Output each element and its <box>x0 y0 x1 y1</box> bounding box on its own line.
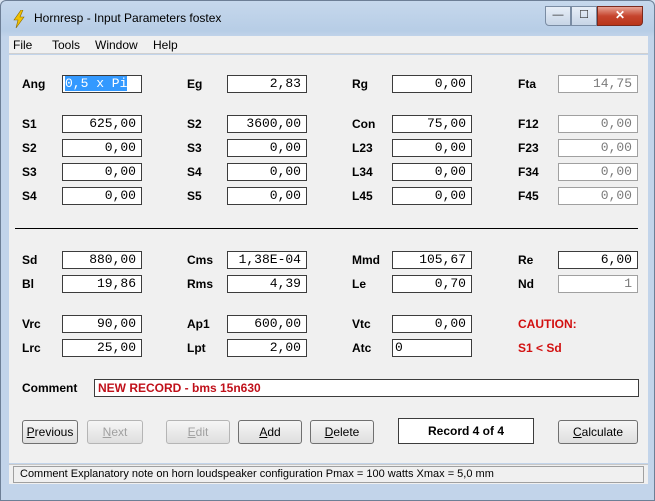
param-field[interactable]: 0,00 <box>227 187 307 205</box>
lightning-bolt-icon <box>13 10 25 28</box>
param-field[interactable]: 880,00 <box>62 251 142 269</box>
param-field[interactable]: 19,86 <box>62 275 142 293</box>
menu-bar: File Tools Window Help <box>9 36 648 54</box>
param-label: S5 <box>187 189 202 203</box>
menu-file[interactable]: File <box>13 38 32 52</box>
param-field[interactable]: 0,00 <box>558 187 638 205</box>
param-label: F34 <box>518 165 539 179</box>
previous-button[interactable]: Previous <box>22 420 78 444</box>
param-label: Le <box>352 277 367 291</box>
param-field[interactable]: 4,39 <box>227 275 307 293</box>
param-field[interactable]: 0,00 <box>558 139 638 157</box>
param-field[interactable]: 2,83 <box>227 75 307 93</box>
input-parameters-panel: Ang 0,5 x Pi Eg 2,83 Rg 0,00 Fta 14,75 S1 625,00 S… <box>9 55 648 463</box>
param-field[interactable]: 0,5 x Pi <box>62 75 142 93</box>
param-field[interactable]: 6,00 <box>558 251 638 269</box>
param-field[interactable]: 25,00 <box>62 339 142 357</box>
param-label: S4 <box>187 165 202 179</box>
param-label: Vtc <box>352 317 371 331</box>
menu-window[interactable]: Window <box>95 38 138 52</box>
param-field[interactable]: 0,00 <box>392 139 472 157</box>
param-field[interactable]: 0,00 <box>392 315 472 333</box>
param-label: Ap1 <box>187 317 210 331</box>
next-button[interactable]: Next <box>87 420 143 444</box>
menu-tools[interactable]: Tools <box>52 38 80 52</box>
param-label: Eg <box>187 77 203 91</box>
param-label: L34 <box>352 165 373 179</box>
param-field[interactable]: 0,00 <box>227 139 307 157</box>
param-label: Lpt <box>187 341 206 355</box>
param-field[interactable]: 3600,00 <box>227 115 307 133</box>
param-label: Rms <box>187 277 214 291</box>
param-field[interactable]: 0,00 <box>227 163 307 181</box>
param-field[interactable]: 0,00 <box>62 163 142 181</box>
caution-text: S1 < Sd <box>518 341 562 355</box>
param-field[interactable]: 0,00 <box>392 75 472 93</box>
param-field[interactable]: 105,67 <box>392 251 472 269</box>
edit-button[interactable]: Edit <box>166 420 230 444</box>
param-field[interactable]: 0,70 <box>392 275 472 293</box>
param-label: S4 <box>22 189 37 203</box>
param-field[interactable]: 0 <box>392 339 472 357</box>
param-label: F45 <box>518 189 539 203</box>
param-label: Ang <box>22 77 46 91</box>
param-field[interactable]: 0,00 <box>392 187 472 205</box>
param-label: Vrc <box>22 317 41 331</box>
param-field[interactable]: 1,38E-04 <box>227 251 307 269</box>
comment-field[interactable]: NEW RECORD - bms 15n630 <box>94 379 639 397</box>
param-label: Nd <box>518 277 534 291</box>
hornresp-window: Hornresp - Input Parameters fostex — ☐ ✕… <box>0 0 655 501</box>
param-field[interactable]: 0,00 <box>62 139 142 157</box>
param-label: Sd <box>22 253 38 267</box>
param-field[interactable]: 75,00 <box>392 115 472 133</box>
calculate-button[interactable]: Calculate <box>558 420 638 444</box>
delete-button[interactable]: Delete <box>310 420 374 444</box>
param-field[interactable]: 0,00 <box>392 163 472 181</box>
param-label: S2 <box>187 117 202 131</box>
section-divider <box>15 228 638 229</box>
add-button[interactable]: Add <box>238 420 302 444</box>
param-field[interactable]: 600,00 <box>227 315 307 333</box>
param-field[interactable]: 0,00 <box>558 115 638 133</box>
param-label: Fta <box>518 77 536 91</box>
param-label: L45 <box>352 189 373 203</box>
param-label: Bl <box>22 277 34 291</box>
param-field[interactable]: 2,00 <box>227 339 307 357</box>
param-field[interactable]: 0,00 <box>558 163 638 181</box>
param-field[interactable]: 90,00 <box>62 315 142 333</box>
param-label: Con <box>352 117 376 131</box>
param-label: Atc <box>352 341 372 355</box>
status-bar: Comment Explanatory note on horn loudspe… <box>9 464 648 484</box>
param-field[interactable]: 0,00 <box>62 187 142 205</box>
param-label: F23 <box>518 141 539 155</box>
title-bar[interactable]: Hornresp - Input Parameters fostex — ☐ ✕ <box>1 1 654 35</box>
param-label: Mmd <box>352 253 380 267</box>
menu-help[interactable]: Help <box>153 38 178 52</box>
param-label: S1 <box>22 117 37 131</box>
comment-label: Comment <box>22 381 78 395</box>
param-label: Re <box>518 253 534 267</box>
param-label: S2 <box>22 141 37 155</box>
param-label: S3 <box>187 141 202 155</box>
param-label: S3 <box>22 165 37 179</box>
selected-text: 0,5 x Pi <box>65 76 128 91</box>
param-label: F12 <box>518 117 539 131</box>
param-label: Lrc <box>22 341 41 355</box>
param-field[interactable]: 625,00 <box>62 115 142 133</box>
caution-text: CAUTION: <box>518 317 577 331</box>
status-text: Comment Explanatory note on horn loudspe… <box>13 466 644 483</box>
record-indicator: Record 4 of 4 <box>398 418 534 444</box>
param-label: L23 <box>352 141 373 155</box>
param-field[interactable]: 1 <box>558 275 638 293</box>
maximize-button[interactable]: ☐ <box>571 6 597 26</box>
close-button[interactable]: ✕ <box>597 6 643 26</box>
param-field[interactable]: 14,75 <box>558 75 638 93</box>
param-label: Rg <box>352 77 368 91</box>
param-label: Cms <box>187 253 214 267</box>
minimize-button[interactable]: — <box>545 6 571 26</box>
window-title: Hornresp - Input Parameters fostex <box>34 11 222 25</box>
